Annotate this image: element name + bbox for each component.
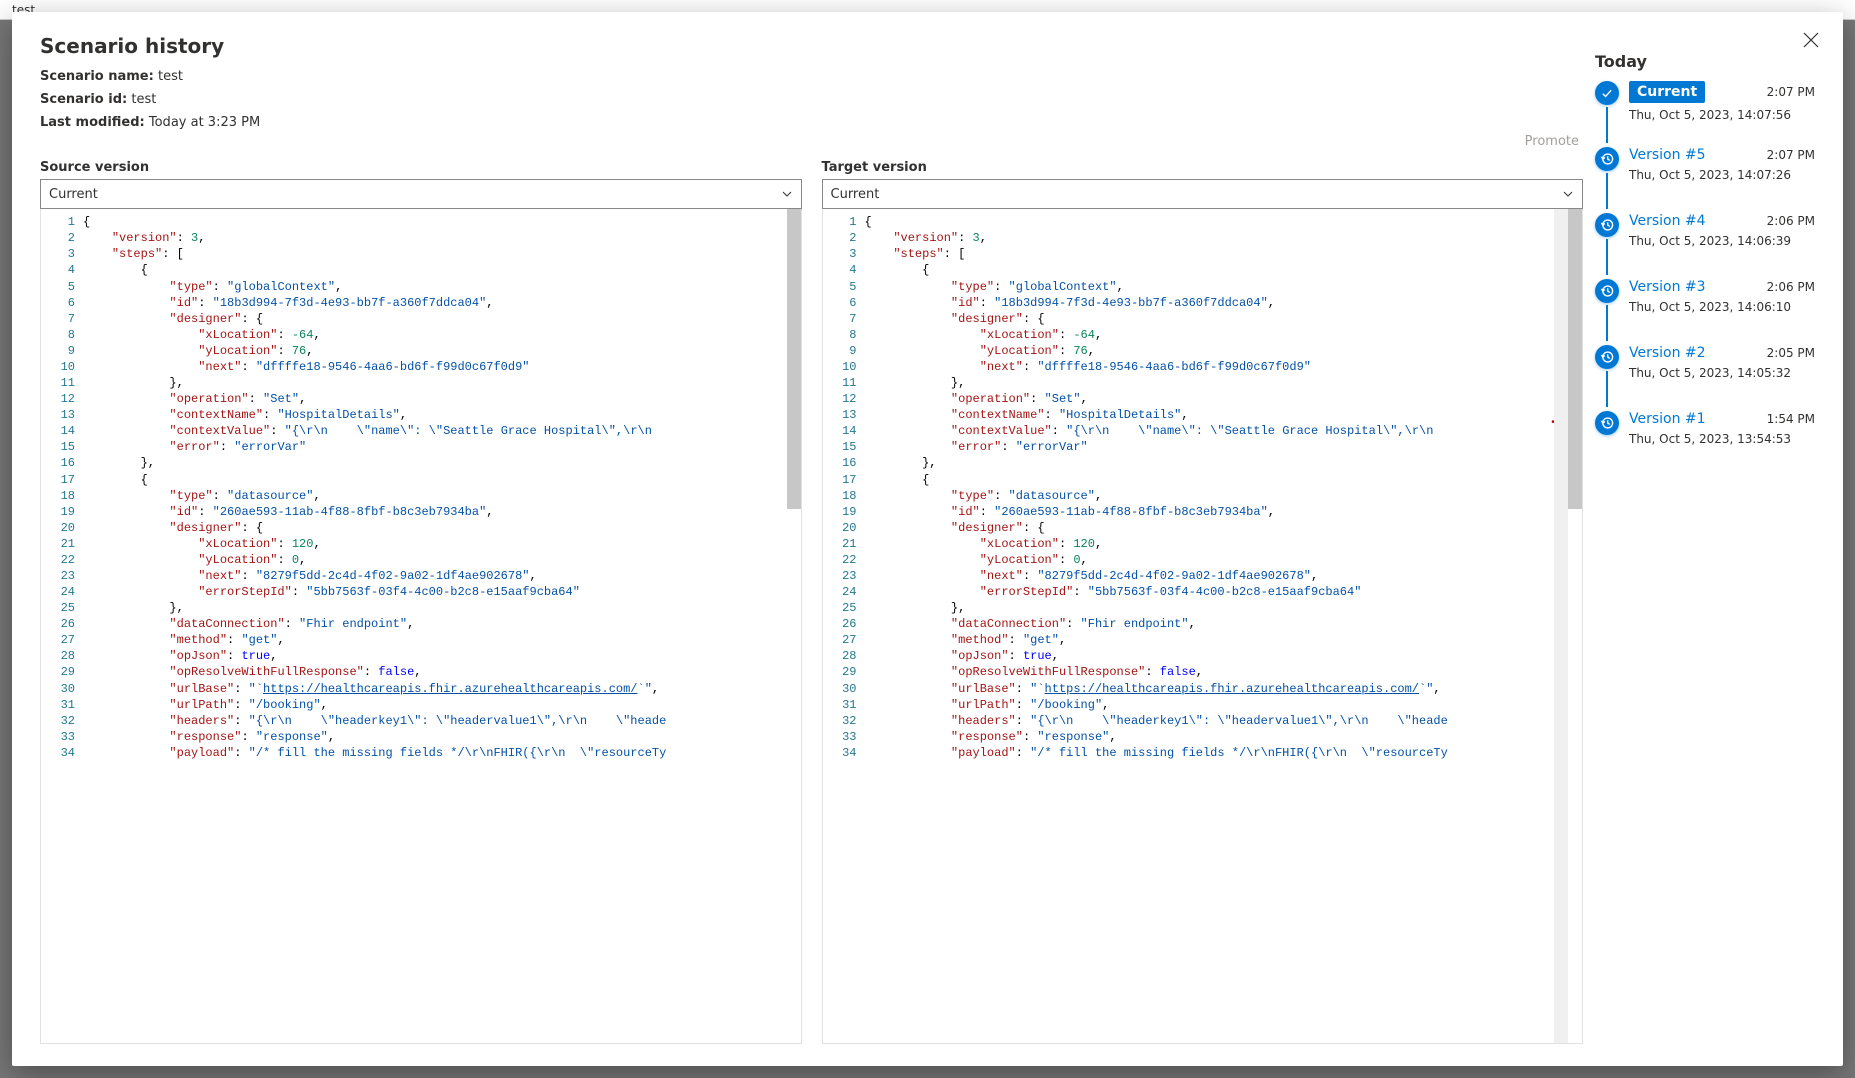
version-date: Thu, Oct 5, 2023, 14:06:39 bbox=[1629, 233, 1815, 249]
version-time: 2:06 PM bbox=[1767, 214, 1815, 228]
source-scrollbar[interactable] bbox=[787, 209, 801, 509]
version-link[interactable]: Version #5 bbox=[1629, 147, 1706, 163]
history-icon bbox=[1595, 147, 1619, 171]
version-time: 2:07 PM bbox=[1767, 85, 1815, 99]
history-icon bbox=[1595, 411, 1619, 435]
version-badge-current: Current bbox=[1629, 81, 1705, 103]
check-icon bbox=[1595, 81, 1619, 105]
version-link[interactable]: Version #2 bbox=[1629, 345, 1706, 361]
target-version-value: Current bbox=[831, 187, 880, 202]
scenario-history-modal: Scenario history Scenario name: test Sce… bbox=[12, 12, 1843, 1066]
version-link[interactable]: Version #3 bbox=[1629, 279, 1706, 295]
target-overview-scrollbar[interactable] bbox=[1554, 209, 1568, 1043]
timeline-item[interactable]: Current 2:07 PM Thu, Oct 5, 2023, 14:07:56 bbox=[1595, 81, 1815, 145]
source-version-select[interactable]: Current bbox=[40, 179, 802, 209]
dialog-title: Scenario history bbox=[40, 34, 1583, 58]
source-editor[interactable]: 1 2 3 4 5 6 7 8 9 10 11 12 13 14 15 16 1… bbox=[40, 209, 802, 1044]
last-modified-label: Last modified: bbox=[40, 115, 145, 130]
history-icon bbox=[1595, 345, 1619, 369]
version-date: Thu, Oct 5, 2023, 14:07:26 bbox=[1629, 167, 1815, 183]
target-version-select[interactable]: Current bbox=[822, 179, 1584, 209]
timeline-item[interactable]: Version #4 2:06 PM Thu, Oct 5, 2023, 14:06… bbox=[1595, 213, 1815, 277]
scenario-id-value: test bbox=[131, 92, 156, 107]
version-date: Thu, Oct 5, 2023, 14:06:10 bbox=[1629, 299, 1815, 315]
version-time: 1:54 PM bbox=[1767, 412, 1815, 426]
chevron-down-icon bbox=[1562, 188, 1574, 200]
version-link[interactable]: Version #4 bbox=[1629, 213, 1706, 229]
version-date: Thu, Oct 5, 2023, 14:07:56 bbox=[1629, 107, 1815, 123]
version-time: 2:07 PM bbox=[1767, 148, 1815, 162]
timeline-item[interactable]: Version #1 1:54 PM Thu, Oct 5, 2023, 13:54… bbox=[1595, 411, 1815, 447]
version-date: Thu, Oct 5, 2023, 13:54:53 bbox=[1629, 431, 1815, 447]
version-time: 2:05 PM bbox=[1767, 346, 1815, 360]
timeline-section-label: Today bbox=[1595, 52, 1815, 71]
last-modified-value: Today at 3:23 PM bbox=[149, 115, 260, 130]
version-link[interactable]: Version #1 bbox=[1629, 411, 1706, 427]
target-scrollbar[interactable] bbox=[1568, 209, 1582, 509]
source-version-label: Source version bbox=[40, 160, 802, 175]
scenario-name-value: test bbox=[158, 69, 183, 84]
scenario-name-label: Scenario name: bbox=[40, 69, 154, 84]
source-version-value: Current bbox=[49, 187, 98, 202]
version-date: Thu, Oct 5, 2023, 14:05:32 bbox=[1629, 365, 1815, 381]
chevron-down-icon bbox=[781, 188, 793, 200]
timeline-item[interactable]: Version #2 2:05 PM Thu, Oct 5, 2023, 14:05… bbox=[1595, 345, 1815, 409]
history-icon bbox=[1595, 279, 1619, 303]
version-time: 2:06 PM bbox=[1767, 280, 1815, 294]
close-icon bbox=[1801, 30, 1821, 50]
close-button[interactable] bbox=[1801, 30, 1825, 54]
scenario-id-label: Scenario id: bbox=[40, 92, 127, 107]
timeline-item[interactable]: Version #3 2:06 PM Thu, Oct 5, 2023, 14:06… bbox=[1595, 279, 1815, 343]
target-editor[interactable]: 1 2 3 4 5 6 7 8 9 10 11 12 13 14 15 16 1… bbox=[822, 209, 1584, 1044]
history-icon bbox=[1595, 213, 1619, 237]
promote-button[interactable]: Promote bbox=[40, 134, 1583, 154]
timeline-item[interactable]: Version #5 2:07 PM Thu, Oct 5, 2023, 14:07… bbox=[1595, 147, 1815, 211]
target-version-label: Target version bbox=[822, 160, 1584, 175]
